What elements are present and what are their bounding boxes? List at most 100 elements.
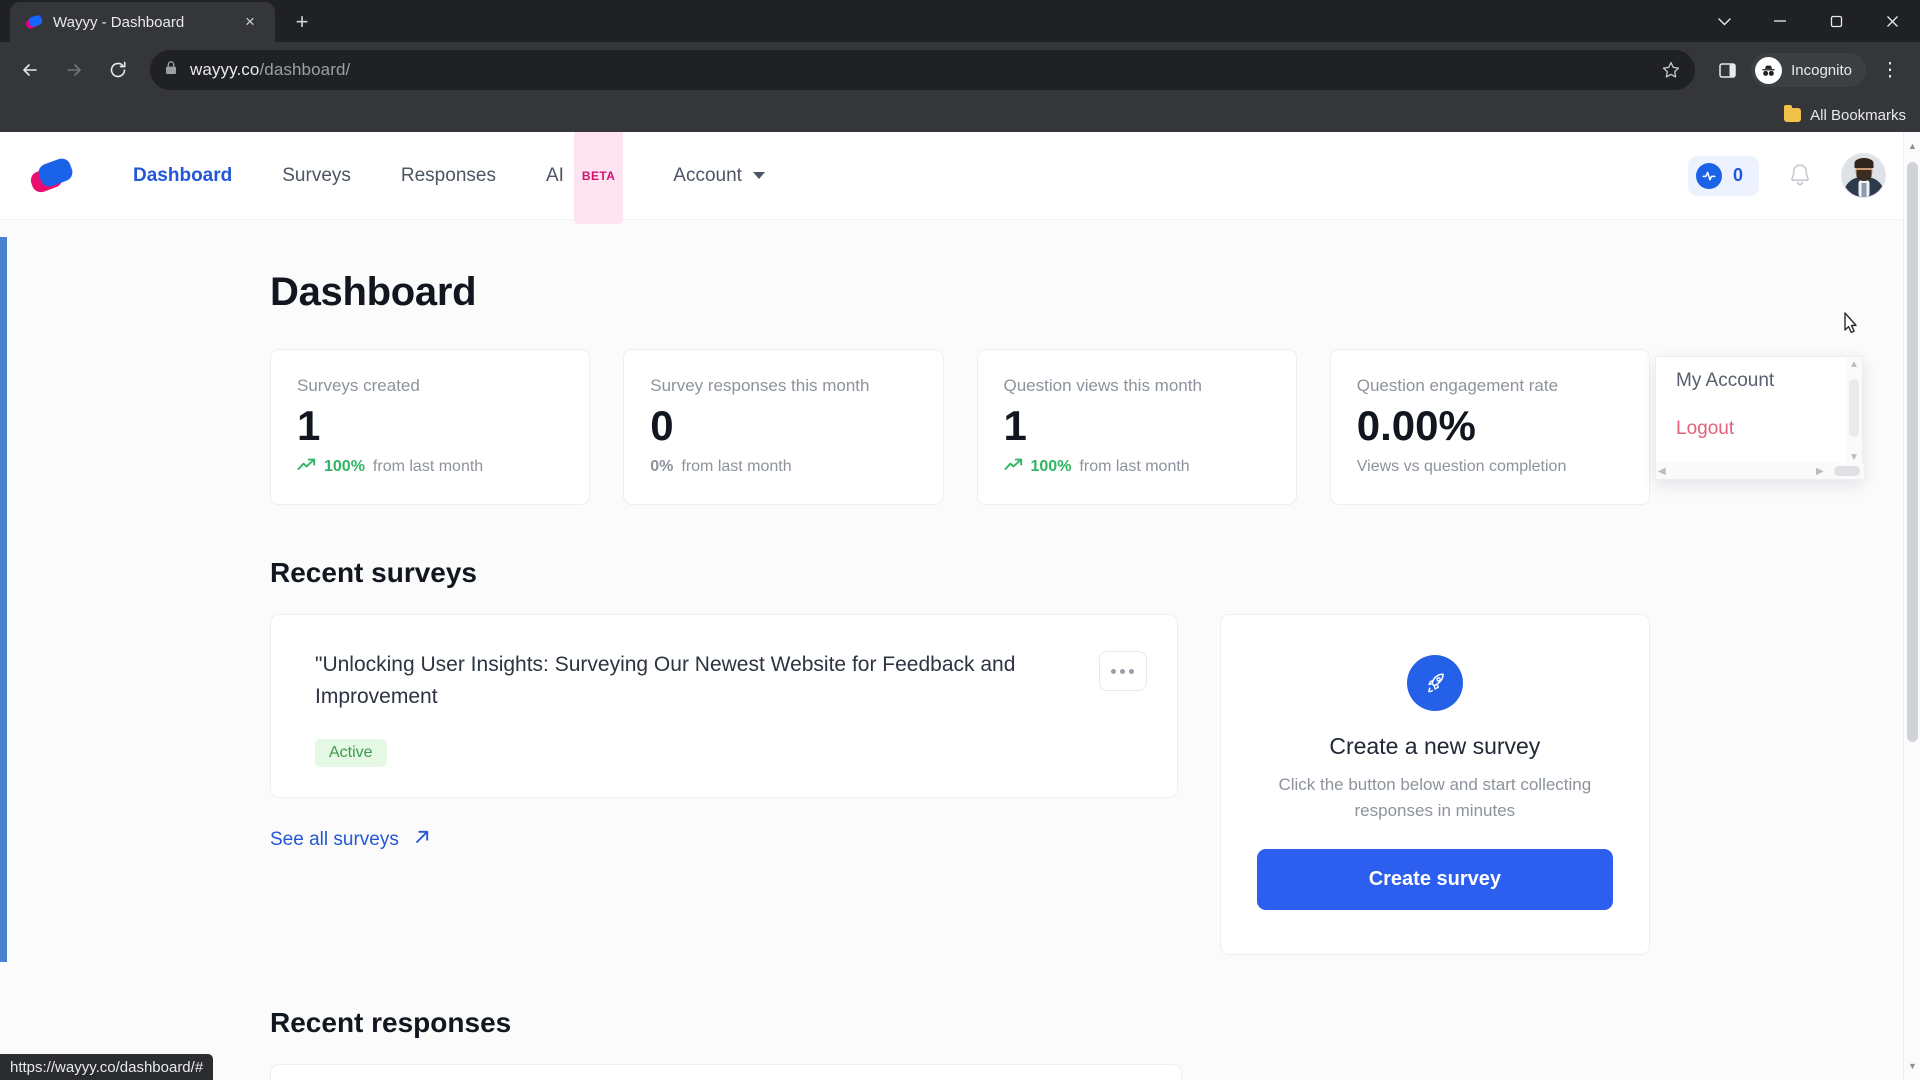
stat-card-surveys-created: Surveys created 1 100% from last month [270,349,591,506]
browser-menu-button[interactable]: ⋮ [1870,50,1910,90]
main-navigation: Dashboard Surveys Responses AI BETA Acco… [108,132,790,224]
dropdown-vertical-scrollbar[interactable]: ▲ ▼ [1846,357,1862,465]
stat-footer: 100% from last month [1004,458,1270,476]
stat-label: Survey responses this month [650,376,870,395]
tab-search-chevron-icon[interactable] [1696,0,1752,42]
survey-card-body: "Unlocking User Insights: Surveying Our … [315,649,1079,768]
nav-item-ai-label: AI [545,164,564,186]
reload-button[interactable] [98,50,138,90]
account-dropdown-menu: My Account Logout ▲ ▼ ◀ ▶ [1655,356,1864,480]
stat-label: Surveys created [297,376,420,395]
survey-card[interactable]: "Unlocking User Insights: Surveying Our … [270,614,1178,799]
status-badge: Active [315,739,387,768]
beta-badge: BETA [573,132,624,224]
stat-footer: 100% from last month [297,458,563,476]
address-bar[interactable]: wayyy.co/dashboard/ [150,50,1696,90]
scrollbar-thumb[interactable] [1907,162,1918,742]
nav-item-ai[interactable]: AI BETA [521,132,648,224]
close-window-button[interactable] [1864,0,1920,42]
stat-label: Question views this month [1003,376,1202,395]
stat-change-suffix: from last month [1079,458,1190,476]
scroll-up-icon[interactable]: ▲ [1904,136,1920,156]
chevron-down-icon [752,172,765,179]
stat-change-suffix: Views vs question completion [1356,458,1567,476]
stats-row: Surveys created 1 100% from last month S… [270,349,1650,506]
stat-footer: Views vs question completion [1357,458,1623,476]
folder-icon [1784,105,1802,122]
stat-value: 0 [650,402,674,449]
page-viewport: Dashboard Surveys Responses AI BETA Acco… [0,132,1920,1080]
dropdown-horizontal-scrollbar[interactable]: ◀ ▶ [1656,463,1864,479]
credits-count: 0 [1732,165,1743,185]
stat-label: Question engagement rate [1356,376,1559,395]
nav-item-dashboard[interactable]: Dashboard [108,132,257,220]
all-bookmarks-label[interactable]: All Bookmarks [1810,107,1906,124]
nav-item-responses[interactable]: Responses [376,132,521,220]
nav-item-account[interactable]: Account [648,132,790,220]
nav-item-account-label: Account [673,164,742,186]
close-tab-icon[interactable]: × [237,9,263,35]
stat-card-question-views: Question views this month 1 100% from la… [976,349,1297,506]
arrow-up-right-icon [413,828,431,852]
stat-value: 1 [297,402,321,449]
avatar[interactable] [1841,153,1886,198]
stat-footer: 0% from last month [650,458,916,476]
incognito-icon [1755,56,1783,84]
tab-title: Wayyy - Dashboard [53,13,185,31]
rocket-icon [1406,655,1463,712]
stat-change: 0% [650,458,674,476]
bookmarks-bar: All Bookmarks [0,98,1920,132]
activity-pulse-icon [1695,162,1722,189]
stat-value: 0.00% [1356,402,1476,449]
lock-icon [164,60,178,81]
wayyy-logo-icon [24,13,44,31]
navbar-actions: 0 [1687,153,1886,198]
scroll-down-icon[interactable]: ▼ [1904,1056,1920,1076]
profile-label: Incognito [1791,61,1852,79]
side-panel-icon[interactable] [1707,50,1747,90]
stat-card-survey-responses: Survey responses this month 0 0% from la… [623,349,944,506]
see-all-surveys-link[interactable]: See all surveys [270,828,431,852]
minimize-window-button[interactable] [1752,0,1808,42]
recent-surveys-title: Recent surveys [270,557,478,589]
window-controls [1696,0,1920,42]
create-survey-subtitle: Click the button below and start collect… [1278,775,1592,820]
forward-button[interactable] [54,50,94,90]
profile-incognito-chip[interactable]: Incognito [1751,53,1866,87]
browser-toolbar: wayyy.co/dashboard/ Incognito ⋮ [0,42,1920,98]
bell-icon[interactable] [1785,160,1815,192]
app-navbar: Dashboard Surveys Responses AI BETA Acco… [0,132,1920,224]
wayyy-logo[interactable] [28,155,75,196]
back-button[interactable] [10,50,50,90]
url-text: wayyy.co/dashboard/ [190,60,351,79]
browser-tab[interactable]: Wayyy - Dashboard × [10,2,275,42]
menu-item-my-account[interactable]: My Account [1656,357,1862,405]
ellipsis-icon[interactable] [1098,651,1147,692]
maximize-window-button[interactable] [1808,0,1864,42]
stat-card-engagement-rate: Question engagement rate 0.00% Views vs … [1329,349,1650,506]
status-bar-url: https://wayyy.co/dashboard/# [0,1054,214,1080]
page-content: Dashboard Surveys created 1 100% from la… [0,220,1920,1080]
recent-surveys-row: "Unlocking User Insights: Surveying Our … [270,614,1650,956]
stat-change: 100% [324,458,365,476]
tab-strip: Wayyy - Dashboard × + [0,0,1920,42]
browser-window: Wayyy - Dashboard × + wayyy.co/dashboard… [0,0,1920,1080]
create-survey-title: Create a new survey [1329,733,1541,760]
create-survey-button[interactable]: Create survey [1256,849,1613,911]
stat-change-suffix: from last month [681,458,792,476]
create-survey-card: Create a new survey Click the button bel… [1219,614,1650,956]
nav-item-surveys[interactable]: Surveys [257,132,376,220]
trend-up-icon [297,458,316,476]
stat-value: 1 [1003,402,1027,449]
menu-item-logout[interactable]: Logout [1656,405,1862,453]
stat-change-suffix: from last month [372,458,484,476]
recent-surveys-column: "Unlocking User Insights: Surveying Our … [270,614,1178,852]
page-title: Dashboard [270,270,477,314]
trend-up-icon [1004,458,1023,476]
recent-responses-title: Recent responses [270,1007,512,1039]
recent-responses-card: You haven't recieved any responses yet. [270,1064,1182,1080]
new-tab-button[interactable]: + [289,9,315,35]
page-scrollbar[interactable]: ▲ ▼ [1903,132,1920,1080]
bookmark-star-icon[interactable] [1661,60,1681,80]
credits-badge[interactable]: 0 [1687,155,1759,196]
